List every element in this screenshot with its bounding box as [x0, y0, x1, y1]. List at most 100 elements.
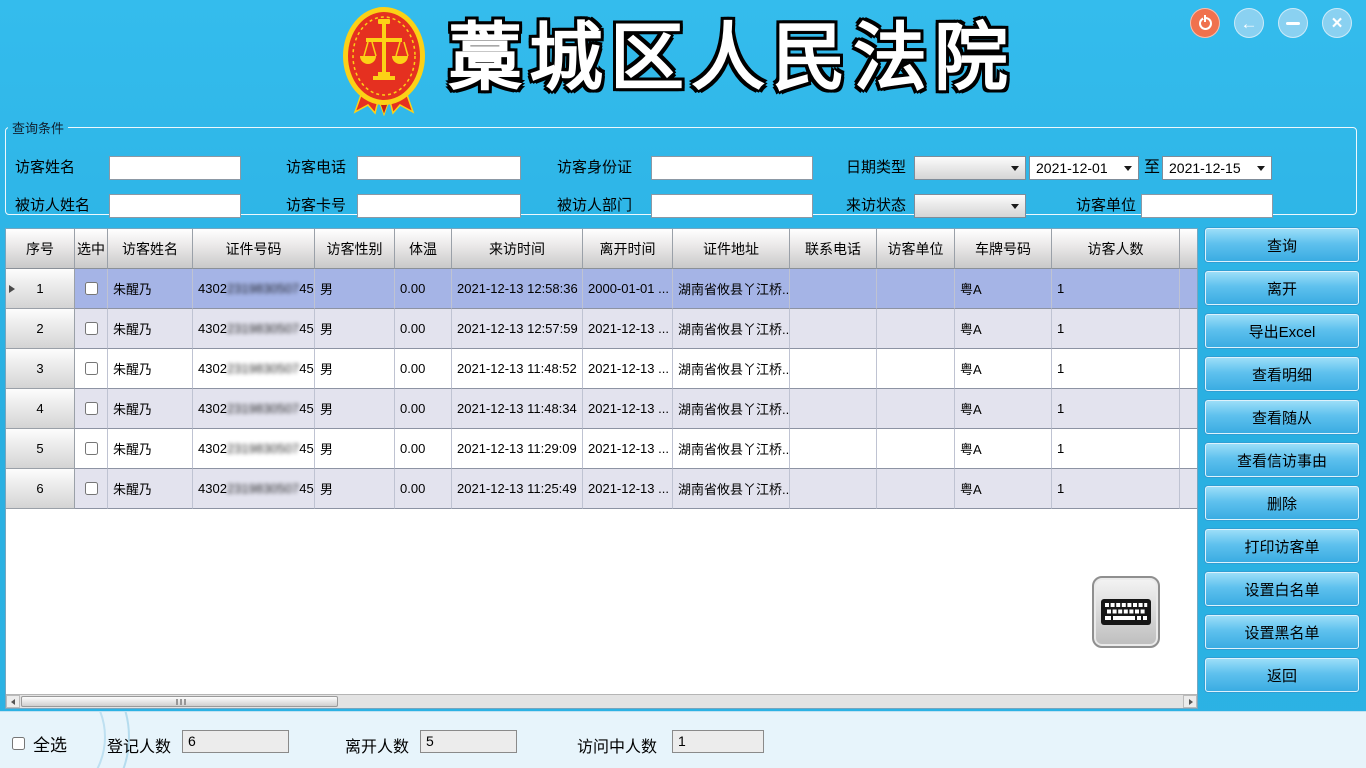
visitor-table: 序号选中访客姓名证件号码访客性别体温来访时间离开时间证件地址联系电话访客单位车牌… [5, 228, 1198, 709]
gender-cell: 男 [315, 269, 395, 309]
registered-count-value: 6 [182, 730, 289, 753]
arrive-time-cell: 2021-12-13 11:25:49 [452, 469, 583, 509]
select-all-checkbox[interactable] [12, 737, 25, 750]
id-blur: 2319830507 [227, 481, 299, 496]
export-excel-button[interactable]: 导出Excel [1205, 314, 1359, 348]
row-checkbox-cell[interactable] [75, 469, 108, 509]
set-blacklist-button[interactable]: 设置黑名单 [1205, 615, 1359, 649]
table-row[interactable]: 5朱醒乃430223198305074518男0.002021-12-13 11… [6, 429, 1197, 469]
unit-cell [877, 269, 955, 309]
row-number-cell: 4 [6, 389, 75, 429]
leave-time-cell: 2021-12-13 ... [583, 349, 673, 389]
table-row[interactable]: 3朱醒乃430223198305074518男0.002021-12-13 11… [6, 349, 1197, 389]
scroll-right-icon [1189, 699, 1193, 705]
visited-dept-input[interactable] [651, 194, 813, 218]
id-suffix: 4518 [299, 481, 315, 496]
id-number-cell: 430223198305074518 [193, 469, 315, 509]
address-cell: 湖南省攸县丫江桥... [673, 269, 790, 309]
query-button[interactable]: 查询 [1205, 228, 1359, 262]
column-header-0[interactable]: 序号 [6, 229, 75, 269]
row-checkbox[interactable] [85, 442, 98, 455]
arrive-time-cell: 2021-12-13 12:58:36 [452, 269, 583, 309]
date-type-select[interactable] [914, 156, 1026, 180]
close-button[interactable]: × [1322, 8, 1352, 38]
id-suffix: 4518 [299, 321, 315, 336]
row-checkbox-cell[interactable] [75, 429, 108, 469]
table-row[interactable]: 2朱醒乃430223198305074518男0.002021-12-13 12… [6, 309, 1197, 349]
visiting-count-value: 1 [672, 730, 764, 753]
visitor-card-input[interactable] [357, 194, 521, 218]
row-checkbox-cell[interactable] [75, 269, 108, 309]
date-from-select[interactable]: 2021-12-01 [1029, 156, 1139, 180]
back-button[interactable]: ← [1234, 8, 1264, 38]
visited-name-input[interactable] [109, 194, 241, 218]
table-row[interactable]: 4朱醒乃430223198305074518男0.002021-12-13 11… [6, 389, 1197, 429]
column-header-10[interactable]: 访客单位 [877, 229, 955, 269]
row-checkbox-cell[interactable] [75, 389, 108, 429]
column-header-4[interactable]: 访客性别 [315, 229, 395, 269]
set-whitelist-button[interactable]: 设置白名单 [1205, 572, 1359, 606]
select-all-control[interactable]: 全选 [12, 731, 67, 756]
delete-button[interactable]: 删除 [1205, 486, 1359, 520]
column-header-5[interactable]: 体温 [395, 229, 452, 269]
column-header-3[interactable]: 证件号码 [193, 229, 315, 269]
date-to-select[interactable]: 2021-12-15 [1162, 156, 1272, 180]
view-petition-reason-button[interactable]: 查看信访事由 [1205, 443, 1359, 477]
column-header-1[interactable]: 选中 [75, 229, 108, 269]
visit-status-select[interactable] [914, 194, 1026, 218]
row-checkbox-cell[interactable] [75, 349, 108, 389]
phone-cell [790, 389, 877, 429]
column-header-8[interactable]: 证件地址 [673, 229, 790, 269]
plate-cell: 粤A [955, 309, 1052, 349]
row-checkbox[interactable] [85, 362, 98, 375]
visitor-count-cell: 1 [1052, 349, 1180, 389]
column-header-2[interactable]: 访客姓名 [108, 229, 193, 269]
arrive-time-cell: 2021-12-13 12:57:59 [452, 309, 583, 349]
table-row[interactable]: 1朱醒乃430223198305074518男0.002021-12-13 12… [6, 269, 1197, 309]
row-checkbox[interactable] [85, 282, 98, 295]
minimize-button[interactable] [1278, 8, 1308, 38]
column-header-6[interactable]: 来访时间 [452, 229, 583, 269]
row-filler-cell [1180, 349, 1197, 389]
id-blur: 2319830507 [227, 321, 299, 336]
visitor-id-input[interactable] [651, 156, 813, 180]
id-number-cell: 430223198305074518 [193, 269, 315, 309]
visitor-unit-input[interactable] [1141, 194, 1273, 218]
to-label: 至 [1144, 156, 1160, 180]
return-button[interactable]: 返回 [1205, 658, 1359, 692]
print-visitor-slip-button[interactable]: 打印访客单 [1205, 529, 1359, 563]
id-number-cell: 430223198305074518 [193, 429, 315, 469]
row-checkbox[interactable] [85, 482, 98, 495]
visitor-name-cell: 朱醒乃 [108, 429, 193, 469]
virtual-keyboard-button[interactable] [1092, 576, 1160, 648]
column-header-7[interactable]: 离开时间 [583, 229, 673, 269]
leave-button[interactable]: 离开 [1205, 271, 1359, 305]
scroll-right-button[interactable] [1183, 695, 1197, 708]
visitor-phone-input[interactable] [357, 156, 521, 180]
footer-bar: 全选 登记人数 6 离开人数 5 访问中人数 1 [0, 711, 1366, 768]
minimize-icon [1286, 22, 1300, 25]
id-number-cell: 430223198305074518 [193, 389, 315, 429]
visited-name-label: 被访人姓名 [15, 194, 90, 218]
table-row[interactable]: 6朱醒乃430223198305074518男0.002021-12-13 11… [6, 469, 1197, 509]
temperature-cell: 0.00 [395, 429, 452, 469]
column-header-11[interactable]: 车牌号码 [955, 229, 1052, 269]
horizontal-scrollbar[interactable] [6, 694, 1197, 708]
unit-cell [877, 469, 955, 509]
power-button[interactable] [1190, 8, 1220, 38]
row-filler-cell [1180, 269, 1197, 309]
view-companions-button[interactable]: 查看随从 [1205, 400, 1359, 434]
scrollbar-thumb[interactable] [21, 696, 338, 707]
visitor-name-input[interactable] [109, 156, 241, 180]
scroll-left-icon [11, 699, 15, 705]
column-header-12[interactable]: 访客人数 [1052, 229, 1180, 269]
row-checkbox[interactable] [85, 322, 98, 335]
column-header-9[interactable]: 联系电话 [790, 229, 877, 269]
view-detail-button[interactable]: 查看明细 [1205, 357, 1359, 391]
row-checkbox-cell[interactable] [75, 309, 108, 349]
id-blur: 2319830507 [227, 441, 299, 456]
date-from-value: 2021-12-01 [1036, 160, 1108, 176]
row-checkbox[interactable] [85, 402, 98, 415]
row-number-cell: 3 [6, 349, 75, 389]
scroll-left-button[interactable] [6, 695, 20, 708]
